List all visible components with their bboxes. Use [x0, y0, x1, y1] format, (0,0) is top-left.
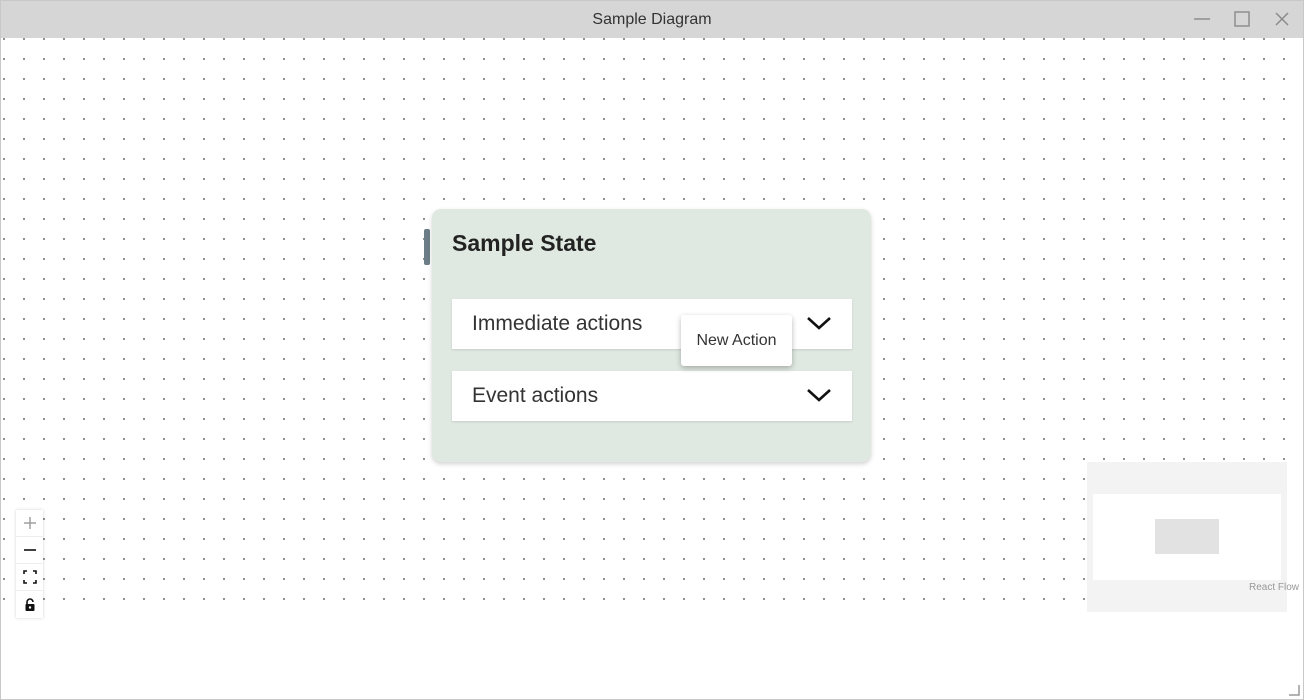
event-actions-label: Event actions [472, 384, 599, 407]
zoom-in-button[interactable] [16, 510, 43, 537]
resize-grip-icon[interactable] [1288, 684, 1300, 696]
immediate-actions-section[interactable]: Immediate actions [452, 299, 852, 349]
state-node[interactable]: Sample State Immediate actions Event act… [432, 209, 871, 462]
chevron-down-icon[interactable] [806, 385, 832, 405]
window-title: Sample Diagram [592, 11, 712, 28]
maximize-icon [1234, 11, 1250, 27]
immediate-actions-label: Immediate actions [472, 312, 643, 335]
fit-view-icon [22, 570, 37, 584]
event-actions-section[interactable]: Event actions [452, 371, 852, 421]
node-target-handle[interactable] [424, 229, 430, 265]
new-action-label: New Action [696, 332, 777, 349]
zoom-out-button[interactable] [16, 537, 43, 564]
minimize-button[interactable] [1188, 7, 1216, 31]
react-flow-attribution[interactable]: React Flow [1249, 582, 1299, 593]
minimize-icon [1194, 18, 1210, 20]
zoom-out-icon [23, 549, 36, 551]
title-bar: Sample Diagram [1, 1, 1303, 38]
minimap-node [1155, 519, 1219, 554]
maximize-button[interactable] [1228, 7, 1256, 31]
close-icon [1275, 12, 1289, 26]
zoom-controls [16, 510, 43, 618]
lock-button[interactable] [16, 591, 43, 618]
node-title: Sample State [452, 230, 597, 256]
fit-view-button[interactable] [16, 564, 43, 591]
zoom-in-icon [23, 517, 36, 529]
chevron-down-icon[interactable] [806, 313, 832, 333]
lock-icon [25, 597, 34, 611]
close-button[interactable] [1268, 7, 1296, 31]
app-window: Sample Diagram Sample State Immediate ac… [0, 0, 1304, 700]
new-action-button[interactable]: New Action [681, 315, 792, 366]
flow-canvas[interactable]: Sample State Immediate actions Event act… [1, 38, 1303, 618]
